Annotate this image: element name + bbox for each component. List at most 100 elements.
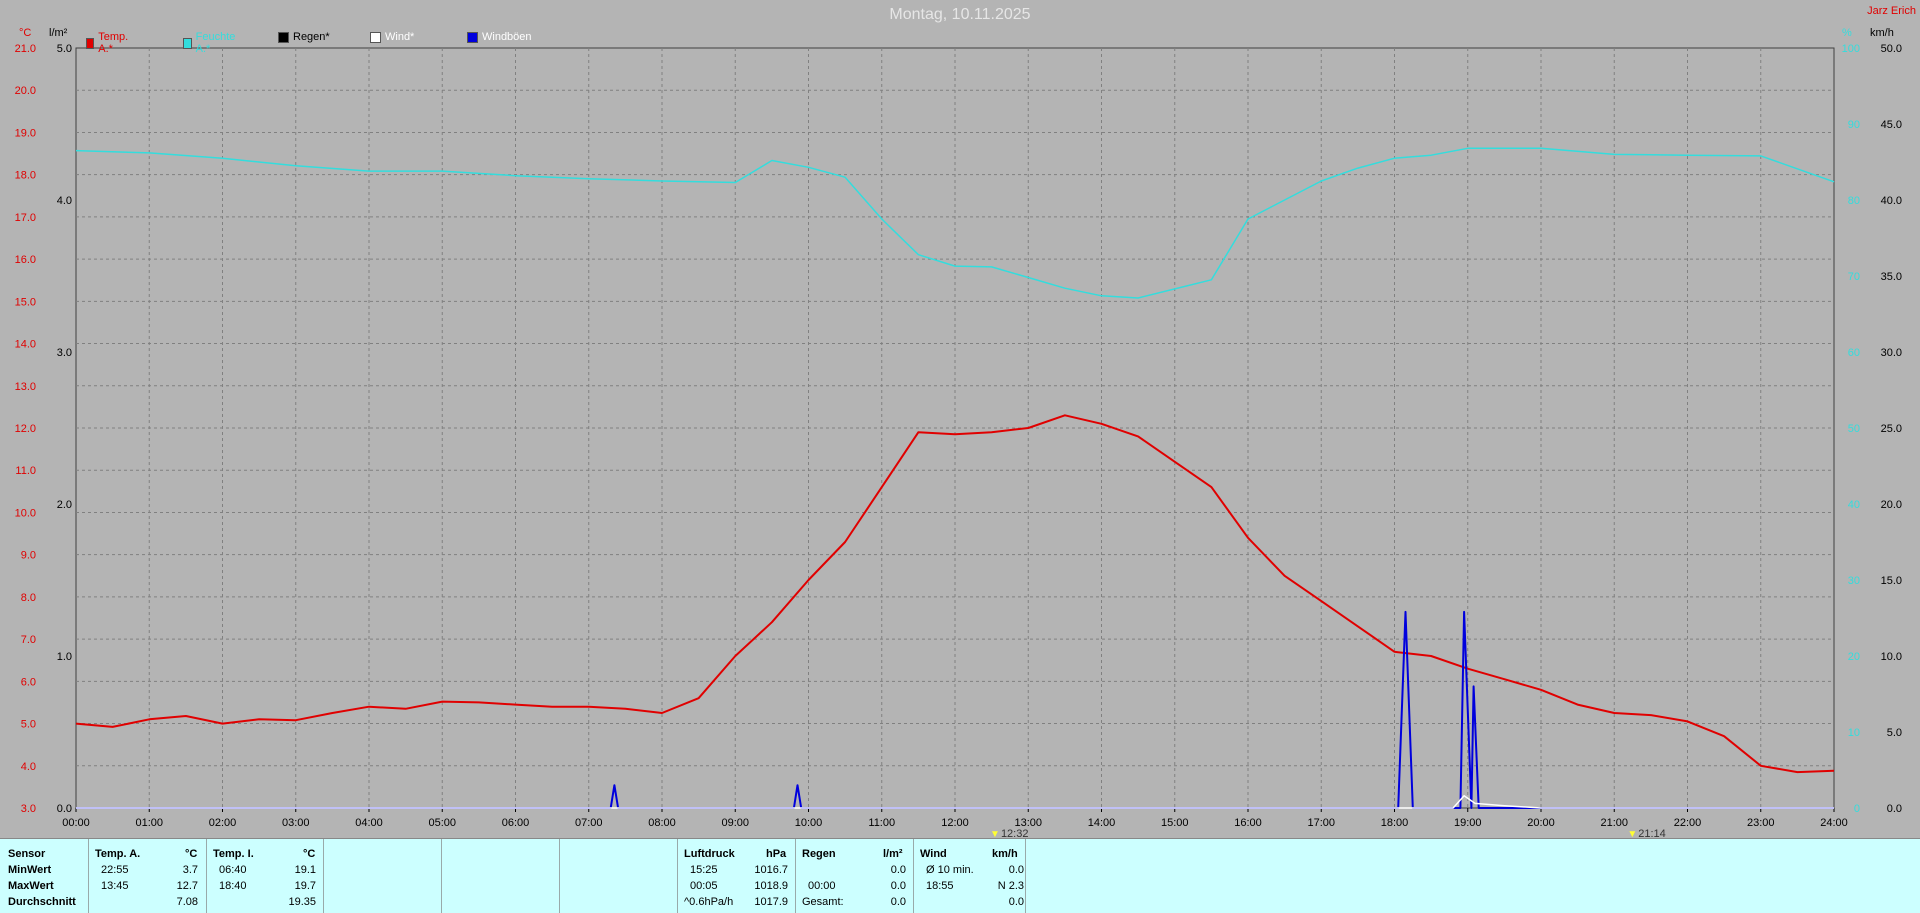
- station-name: Jarz Erich: [1867, 5, 1916, 17]
- wind-tick-label: 25.0: [1881, 423, 1902, 435]
- temp-i-max-time: 18:40: [219, 880, 247, 892]
- wind-unit: km/h: [992, 848, 1018, 860]
- humidity-tick-label: 50: [1848, 423, 1860, 435]
- pressure-max: 1018.9: [754, 880, 788, 892]
- humidity-tick-label: 20: [1848, 651, 1860, 663]
- rain-total: 0.0: [890, 896, 906, 908]
- legend-label: Feuchte A.*: [195, 31, 236, 55]
- x-tick-label: 17:00: [1307, 817, 1335, 829]
- temp-i-header: Temp. I.: [213, 848, 254, 860]
- x-tick-label: 12:00: [941, 817, 969, 829]
- legend-swatch: [467, 31, 478, 43]
- x-tick-label: 10:00: [795, 817, 823, 829]
- unit-temp: °C: [19, 27, 32, 39]
- temp-tick-label: 10.0: [15, 507, 36, 519]
- rain-tick-label: 0.0: [57, 803, 72, 815]
- temp-i-min: 19.1: [294, 864, 316, 876]
- wind-avg: 0.0: [1008, 864, 1024, 876]
- legend-swatch: [86, 37, 95, 49]
- wind-header: Wind: [920, 848, 947, 860]
- stats-row-min: MinWert: [8, 864, 52, 876]
- wind-tick-label: 35.0: [1881, 271, 1902, 283]
- legend-item: Regen*: [278, 31, 330, 43]
- wind-max: N 2.3: [997, 880, 1024, 892]
- x-tick-label: 00:00: [62, 817, 90, 829]
- humidity-tick-label: 80: [1848, 195, 1860, 207]
- x-tick-label: 04:00: [355, 817, 383, 829]
- rain-tick-label: 3.0: [57, 347, 72, 359]
- temp-tick-label: 19.0: [15, 127, 36, 139]
- x-tick-label: 07:00: [575, 817, 603, 829]
- legend-swatch: [278, 31, 289, 43]
- legend-label: Temp. A.*: [98, 31, 129, 55]
- wind-value-3: 0.0: [1008, 896, 1024, 908]
- stats-row-avg: Durchschnitt: [8, 896, 76, 908]
- wind-tick-label: 50.0: [1881, 43, 1902, 55]
- x-tick-label: 09:00: [721, 817, 749, 829]
- rain-tick-label: 2.0: [57, 499, 72, 511]
- wind-avg-label: Ø 10 min.: [926, 864, 974, 876]
- legend-label: Regen*: [293, 31, 330, 43]
- temp-a-max-time: 13:45: [101, 880, 129, 892]
- humidity-tick-label: 30: [1848, 575, 1860, 587]
- legend-item: Wind*: [370, 31, 414, 43]
- x-tick-label: 14:00: [1088, 817, 1116, 829]
- stats-table: Sensor MinWert MaxWert Durchschnitt Temp…: [0, 838, 1920, 913]
- humidity-tick-label: 40: [1848, 499, 1860, 511]
- temp-i-unit: °C: [303, 848, 316, 860]
- x-tick-label: 19:00: [1454, 817, 1482, 829]
- pressure-min: 1016.7: [754, 864, 788, 876]
- temp-tick-label: 14.0: [15, 339, 36, 351]
- x-tick-label: 18:00: [1381, 817, 1409, 829]
- humidity-tick-label: 90: [1848, 119, 1860, 131]
- temp-a-unit: °C: [185, 848, 198, 860]
- wind-tick-label: 0.0: [1887, 803, 1902, 815]
- legend-label: Windböen: [482, 31, 532, 43]
- stats-row-max: MaxWert: [8, 880, 54, 892]
- x-tick-label: 22:00: [1674, 817, 1702, 829]
- chart-canvas: 00:00 01:00 02:00 03:00 04:00 05:00 06:00 07:00…: [15, 43, 1902, 829]
- legend-label: Wind*: [385, 31, 415, 43]
- temp-tick-label: 16.0: [15, 254, 36, 266]
- legend-item: Feuchte A.*: [183, 31, 238, 55]
- temp-tick-label: 3.0: [21, 803, 36, 815]
- temp-a-min-time: 22:55: [101, 864, 129, 876]
- temp-tick-label: 13.0: [15, 381, 36, 393]
- humidity-tick-label: 10: [1848, 727, 1860, 739]
- temp-a-avg: 7.08: [176, 896, 198, 908]
- x-tick-label: 20:00: [1527, 817, 1555, 829]
- temp-i-avg: 19.35: [288, 896, 316, 908]
- rain-tick-label: 5.0: [57, 43, 72, 55]
- temp-tick-label: 6.0: [21, 676, 36, 688]
- rain-unit: l/m²: [883, 848, 903, 860]
- rain-tick-label: 1.0: [57, 651, 72, 663]
- rain-time-2: 00:00: [808, 880, 836, 892]
- humidity-tick-label: 100: [1842, 43, 1860, 55]
- wind-tick-label: 20.0: [1881, 499, 1902, 511]
- temp-tick-label: 12.0: [15, 423, 36, 435]
- pressure-max-time: 00:05: [690, 880, 718, 892]
- temp-tick-label: 15.0: [15, 296, 36, 308]
- legend-swatch: [183, 37, 192, 49]
- temp-a-min: 3.7: [182, 864, 198, 876]
- rain-total-label: Gesamt:: [802, 896, 844, 908]
- legend-item: Windböen: [467, 31, 532, 43]
- wind-tick-label: 10.0: [1881, 651, 1902, 663]
- weather-chart: 00:00 01:00 02:00 03:00 04:00 05:00 06:00 07:00…: [0, 0, 1920, 840]
- pressure-unit: hPa: [766, 848, 787, 860]
- x-tick-label: 01:00: [135, 817, 163, 829]
- legend-item: Temp. A.*: [86, 31, 131, 55]
- pressure-header: Luftdruck: [684, 848, 735, 860]
- unit-wind: km/h: [1870, 27, 1894, 39]
- x-tick-label: 21:00: [1600, 817, 1628, 829]
- rain-header: Regen: [802, 848, 836, 860]
- stats-sensor-header: Sensor: [8, 848, 46, 860]
- pressure-avg: 1017.9: [754, 896, 788, 908]
- temp-tick-label: 5.0: [21, 719, 36, 731]
- temp-tick-label: 21.0: [15, 43, 36, 55]
- temp-tick-label: 17.0: [15, 212, 36, 224]
- x-tick-label: 11:00: [868, 817, 895, 829]
- humidity-tick-label: 60: [1848, 347, 1860, 359]
- temp-tick-label: 18.0: [15, 170, 36, 182]
- temp-i-max: 19.7: [294, 880, 316, 892]
